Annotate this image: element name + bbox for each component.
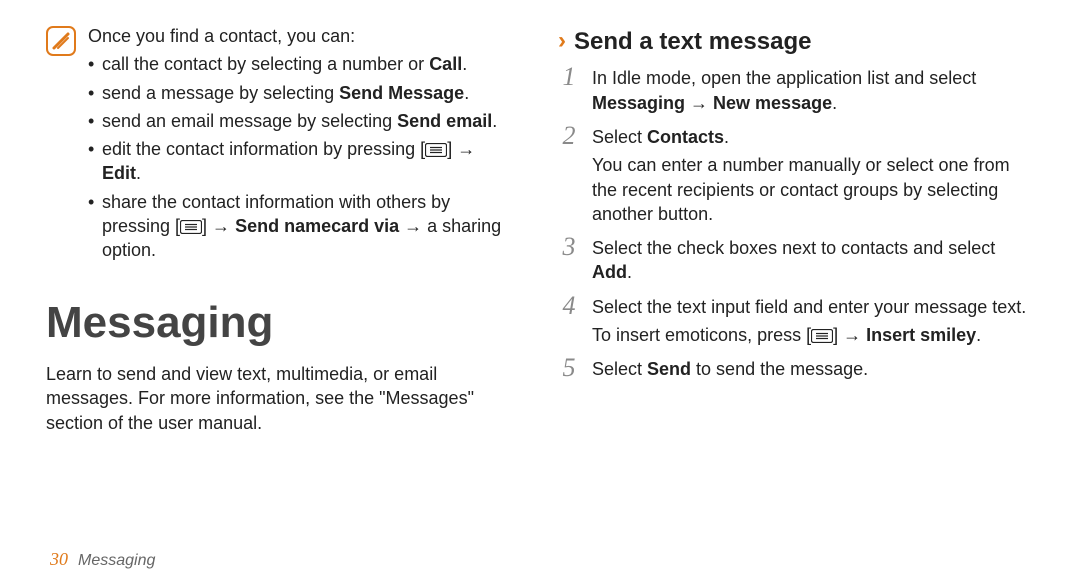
bold-text: Send Message (339, 83, 464, 103)
footer-label: Messaging (78, 550, 155, 572)
note-bullet: edit the contact information by pressing… (88, 137, 518, 186)
step: 1 In Idle mode, open the application list… (558, 66, 1030, 115)
bold-text: Send namecard via (235, 216, 399, 236)
subheader-title: Send a text message (574, 26, 811, 58)
step-number: 2 (558, 123, 580, 149)
note-bullet: share the contact information with other… (88, 190, 518, 263)
step-extra: To insert emoticons, press [] → Insert s… (592, 323, 1030, 347)
note-bullet-list: call the contact by selecting a number o… (88, 52, 518, 262)
step-body: Select Send to send the message. (592, 357, 1030, 381)
step: 5 Select Send to send the message. (558, 357, 1030, 381)
subheader: › Send a text message (558, 26, 1030, 58)
step-number: 4 (558, 293, 580, 319)
note-icon (46, 26, 76, 56)
bold-text: Edit (102, 163, 136, 183)
step: 3 Select the check boxes next to contacts… (558, 236, 1030, 285)
section-lead: Learn to send and view text, multimedia,… (46, 362, 518, 435)
page-number: 30 (50, 547, 68, 571)
two-column-layout: Once you find a contact, you can: call t… (0, 0, 1080, 435)
step-extra: You can enter a number manually or selec… (592, 153, 1030, 226)
bold-text: Add (592, 262, 627, 282)
note-bullet: send an email message by selecting Send … (88, 109, 518, 133)
note-bullet: send a message by selecting Send Message… (88, 81, 518, 105)
bold-text: Contacts (647, 127, 724, 147)
step-number: 3 (558, 234, 580, 260)
right-column: › Send a text message 1 In Idle mode, ope… (558, 24, 1030, 435)
step-body: Select the check boxes next to contacts … (592, 236, 1030, 285)
menu-key-icon (811, 329, 833, 343)
chevron-right-icon: › (558, 29, 566, 53)
step: 2 Select Contacts. You can enter a number … (558, 125, 1030, 226)
bold-text: Messaging → New message (592, 93, 832, 113)
bold-text: Send (647, 359, 691, 379)
step-text: Select Contacts. (592, 125, 1030, 149)
step-body: Select the text input field and enter yo… (592, 295, 1030, 348)
bold-text: Insert smiley (866, 325, 976, 345)
step-body: Select Contacts. You can enter a number m… (592, 125, 1030, 226)
section-title: Messaging (46, 293, 518, 352)
manual-page: Once you find a contact, you can: call t… (0, 0, 1080, 586)
steps-list: 1 In Idle mode, open the application list… (558, 66, 1030, 381)
note-block: Once you find a contact, you can: call t… (46, 24, 518, 267)
step-number: 5 (558, 355, 580, 381)
bold-text: Call (429, 54, 462, 74)
step-body: In Idle mode, open the application list … (592, 66, 1030, 115)
note-lead: Once you find a contact, you can: (88, 24, 518, 48)
step-number: 1 (558, 64, 580, 90)
step-text: Select the text input field and enter yo… (592, 295, 1030, 319)
note-body: Once you find a contact, you can: call t… (88, 24, 518, 267)
step-text: In Idle mode, open the application list … (592, 66, 1030, 115)
bold-text: Send email (397, 111, 492, 131)
menu-key-icon (425, 143, 447, 157)
menu-key-icon (180, 220, 202, 234)
step: 4 Select the text input field and enter y… (558, 295, 1030, 348)
step-text: Select Send to send the message. (592, 357, 1030, 381)
page-footer: 30 Messaging (50, 547, 155, 572)
note-bullet: call the contact by selecting a number o… (88, 52, 518, 76)
step-text: Select the check boxes next to contacts … (592, 236, 1030, 285)
left-column: Once you find a contact, you can: call t… (46, 24, 518, 435)
